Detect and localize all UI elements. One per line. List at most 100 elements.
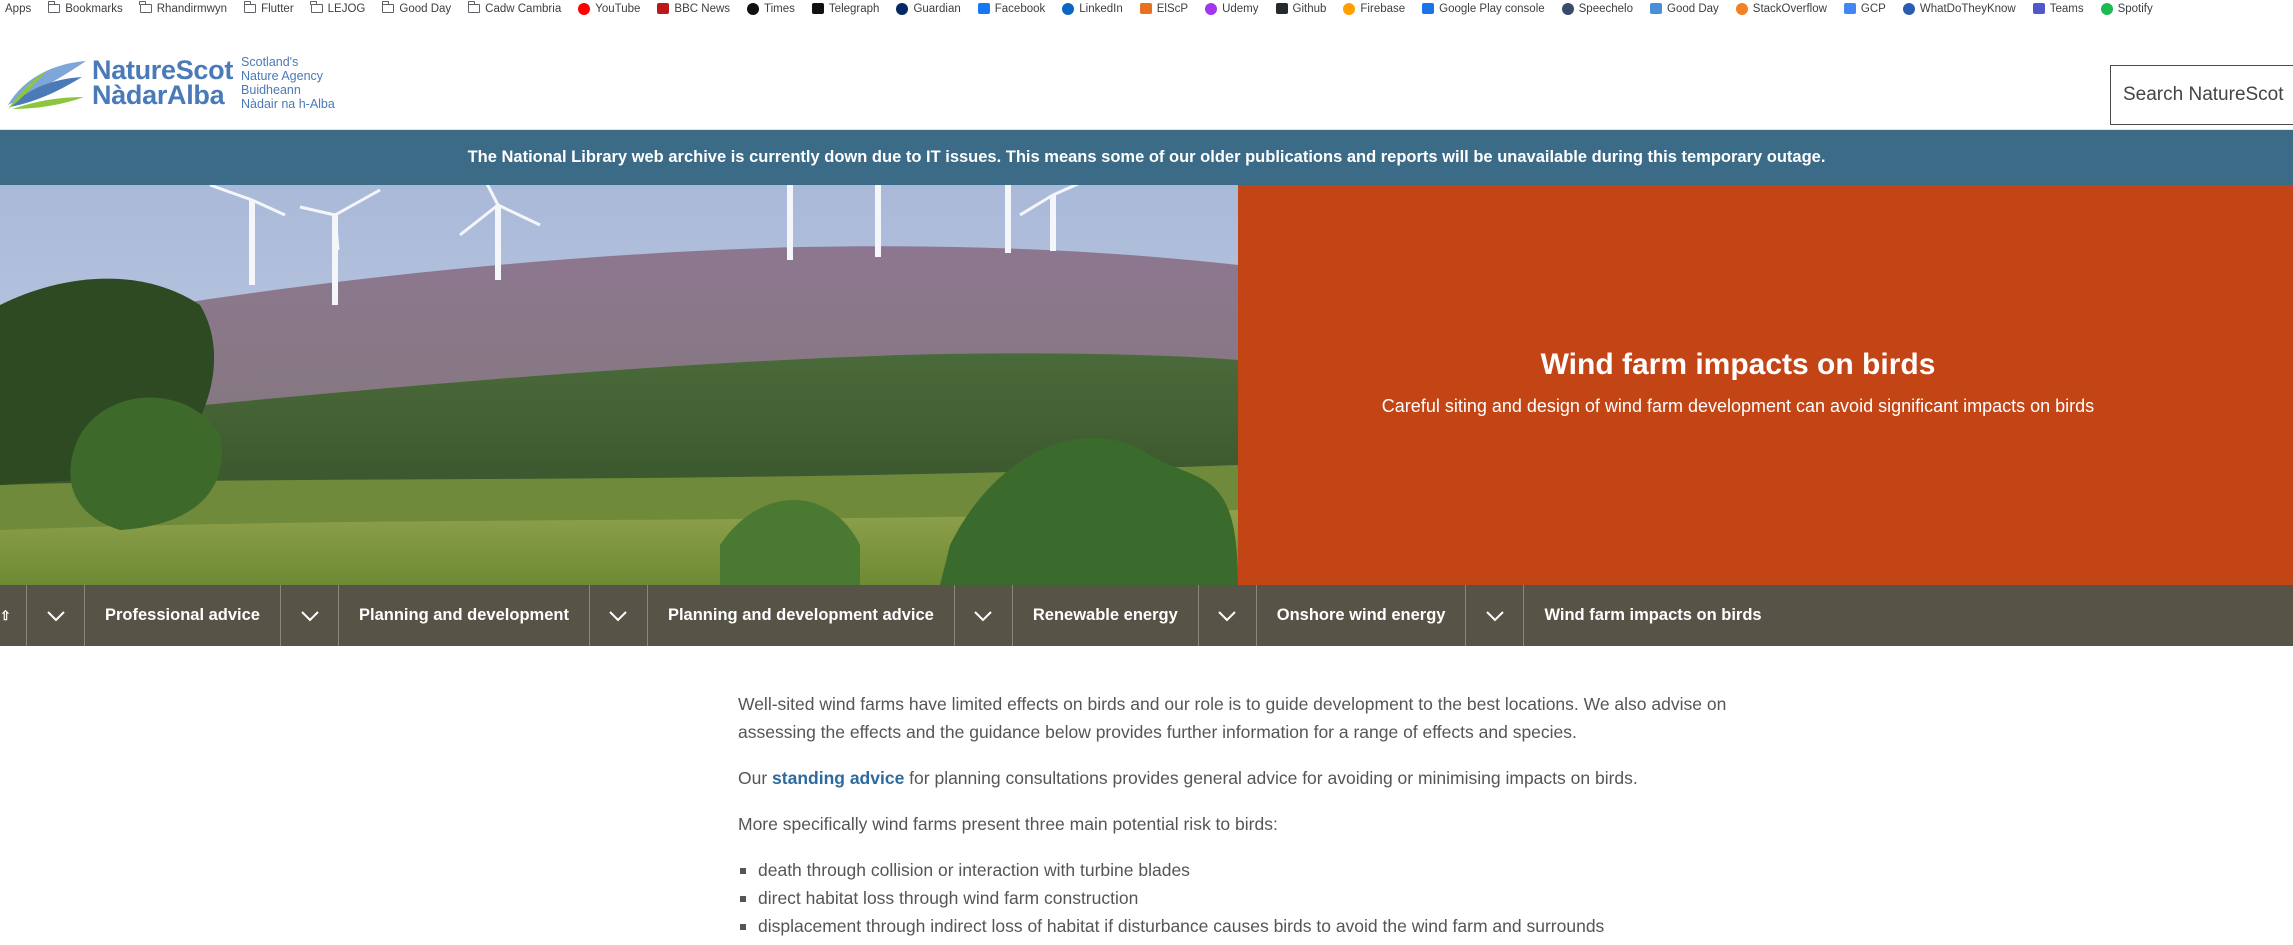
breadcrumb-label: Renewable energy: [1032, 606, 1178, 624]
breadcrumb-label: Planning and development: [359, 606, 569, 624]
breadcrumb-label: Onshore wind energy: [1276, 606, 1446, 624]
bookmark-label: Flutter: [261, 2, 294, 15]
bookmark-github[interactable]: Github: [1275, 3, 1326, 15]
bookmark-apps[interactable]: Apps: [0, 3, 31, 15]
list-item: direct habitat loss through wind farm co…: [738, 884, 1748, 912]
bookmark-label: GCP: [1860, 2, 1886, 15]
bookmark-firebase[interactable]: Firebase: [1343, 2, 1405, 15]
bookmark-telegraph[interactable]: Telegraph: [811, 2, 880, 15]
paragraph-text: Our: [738, 768, 773, 788]
chevron-down-icon: [1218, 610, 1236, 621]
page-subtitle: Careful siting and design of wind farm d…: [1381, 396, 2095, 416]
logo-tagline-1: Scotland's: [241, 55, 299, 69]
good-day-icon: [1650, 3, 1662, 14]
bookmark-label: BBC News: [674, 2, 731, 15]
chevron-down-icon: [46, 610, 65, 621]
bookmark-linkedin[interactable]: LinkedIn: [1062, 2, 1123, 15]
firebase-icon: [1343, 2, 1356, 15]
bookmark-times[interactable]: Times: [747, 2, 795, 15]
bookmark-label: Bookmarks: [65, 2, 123, 15]
site-header: NatureScot NàdarAlba Scotland's Nature A…: [0, 17, 2293, 130]
wind-farm-landscape-image: [0, 185, 1238, 585]
bookmark-lejog[interactable]: LEJOG: [310, 1, 366, 15]
facebook-icon: [977, 3, 990, 14]
standing-advice-link[interactable]: standing advice: [772, 768, 904, 788]
bookmark-gcp[interactable]: GCP: [1843, 2, 1886, 15]
bookmark-label: Udemy: [1222, 2, 1259, 15]
breadcrumb-planning-and-development-advice[interactable]: Planning and development advice: [648, 585, 955, 646]
breadcrumb-label: Professional advice: [105, 606, 260, 624]
folder-icon: [139, 1, 152, 13]
bookmark-whatdotheyknow[interactable]: WhatDoTheyKnow: [1902, 2, 2016, 15]
breadcrumb-expand-button[interactable]: [590, 585, 648, 646]
breadcrumb-label: Wind farm impacts on birds: [1544, 606, 1762, 624]
bookmark-label: Telegraph: [828, 2, 880, 15]
bookmark-google-play-console[interactable]: Google Play console: [1422, 2, 1545, 15]
hero-section: Wind farm impacts on birds Careful sitin…: [0, 185, 2293, 585]
youtube-icon: [578, 2, 591, 15]
chevron-down-icon: [609, 610, 628, 621]
logo-tagline-3: Buidheann: [241, 83, 301, 97]
bookmark-teams[interactable]: Teams: [2032, 2, 2084, 15]
google-play-icon: [1422, 3, 1435, 14]
bookmark-rhandirmwyn[interactable]: Rhandirmwyn: [139, 1, 227, 15]
bookmark-label: LEJOG: [327, 2, 366, 15]
breadcrumb-expand-button[interactable]: [27, 585, 85, 646]
github-icon: [1275, 3, 1288, 14]
bookmark-bookmarks[interactable]: Bookmarks: [47, 1, 123, 15]
intro-paragraph: Well-sited wind farms have limited effec…: [738, 694, 1727, 742]
times-icon: [747, 2, 760, 15]
bookmark-good-day[interactable]: Good Day: [381, 1, 451, 15]
breadcrumb-expand-button[interactable]: [1466, 585, 1525, 646]
breadcrumb-expand-button[interactable]: [281, 585, 339, 646]
bookmark-spotify[interactable]: Spotify: [2100, 2, 2153, 15]
folder-icon: [467, 1, 481, 13]
alert-text: The National Library web archive is curr…: [467, 148, 1826, 166]
bookmark-label: Facebook: [994, 2, 1046, 15]
bookmark-label: Guardian: [913, 2, 961, 15]
bookmark-elscp[interactable]: ElScP: [1139, 2, 1189, 15]
logo-tagline-2: Nature Agency: [241, 69, 324, 83]
bookmark-label: ElScP: [1156, 2, 1189, 15]
breadcrumb-onshore-wind-energy[interactable]: Onshore wind energy: [1257, 585, 1467, 646]
alert-banner: The National Library web archive is curr…: [0, 130, 2293, 185]
breadcrumb-home[interactable]: ⇧: [0, 585, 27, 646]
bookmark-guardian[interactable]: Guardian: [896, 2, 961, 15]
page-title: Wind farm impacts on birds: [1540, 348, 1936, 381]
breadcrumb-label: Planning and development advice: [667, 606, 934, 624]
standing-advice-paragraph: Our standing advice for planning consult…: [738, 764, 1748, 792]
chevron-down-icon: [974, 610, 993, 621]
bookmark-label: Google Play console: [1439, 2, 1545, 15]
risks-list: death through collision or interaction w…: [738, 856, 1748, 940]
whatdotheyknow-icon: [1902, 2, 1915, 15]
bookmark-bbc-news[interactable]: BBC News: [657, 3, 730, 15]
bookmark-label: Cadw Cambria: [485, 2, 562, 15]
breadcrumb-planning-and-development[interactable]: Planning and development: [339, 585, 590, 646]
breadcrumb: ⇧ Professional advice Planning and devel…: [0, 585, 2293, 646]
bookmark-good-day[interactable]: Good Day: [1650, 3, 1719, 15]
breadcrumb-expand-button[interactable]: [955, 585, 1013, 646]
bookmark-speechelo[interactable]: Speechelo: [1561, 2, 1633, 15]
bookmark-label: YouTube: [595, 2, 641, 15]
bookmark-youtube[interactable]: YouTube: [578, 2, 641, 15]
folder-icon: [243, 1, 257, 13]
breadcrumb-current-page: Wind farm impacts on birds: [1524, 585, 1781, 646]
breadcrumb-expand-button[interactable]: [1199, 585, 1257, 646]
bookmark-udemy[interactable]: Udemy: [1205, 2, 1259, 15]
bookmark-cadw-cambria[interactable]: Cadw Cambria: [467, 1, 562, 15]
telegraph-icon: [811, 3, 824, 14]
bookmark-stackoverflow[interactable]: StackOverflow: [1735, 2, 1827, 15]
search-input[interactable]: Search NatureScot: [2110, 65, 2293, 125]
bookmark-flutter[interactable]: Flutter: [243, 1, 294, 15]
breadcrumb-professional-advice[interactable]: Professional advice: [85, 585, 281, 646]
stackoverflow-icon: [1735, 2, 1748, 15]
udemy-icon: [1205, 2, 1218, 15]
naturescot-logo[interactable]: NatureScot NàdarAlba Scotland's Nature A…: [6, 55, 335, 111]
breadcrumb-renewable-energy[interactable]: Renewable energy: [1013, 585, 1199, 646]
bookmark-facebook[interactable]: Facebook: [977, 2, 1046, 15]
bookmark-label: Teams: [2049, 2, 2084, 15]
search-placeholder: Search NatureScot: [2123, 84, 2284, 105]
bbc-news-icon: [657, 3, 670, 14]
bookmark-label: Apps: [5, 2, 32, 15]
speechelo-icon: [1561, 2, 1574, 15]
